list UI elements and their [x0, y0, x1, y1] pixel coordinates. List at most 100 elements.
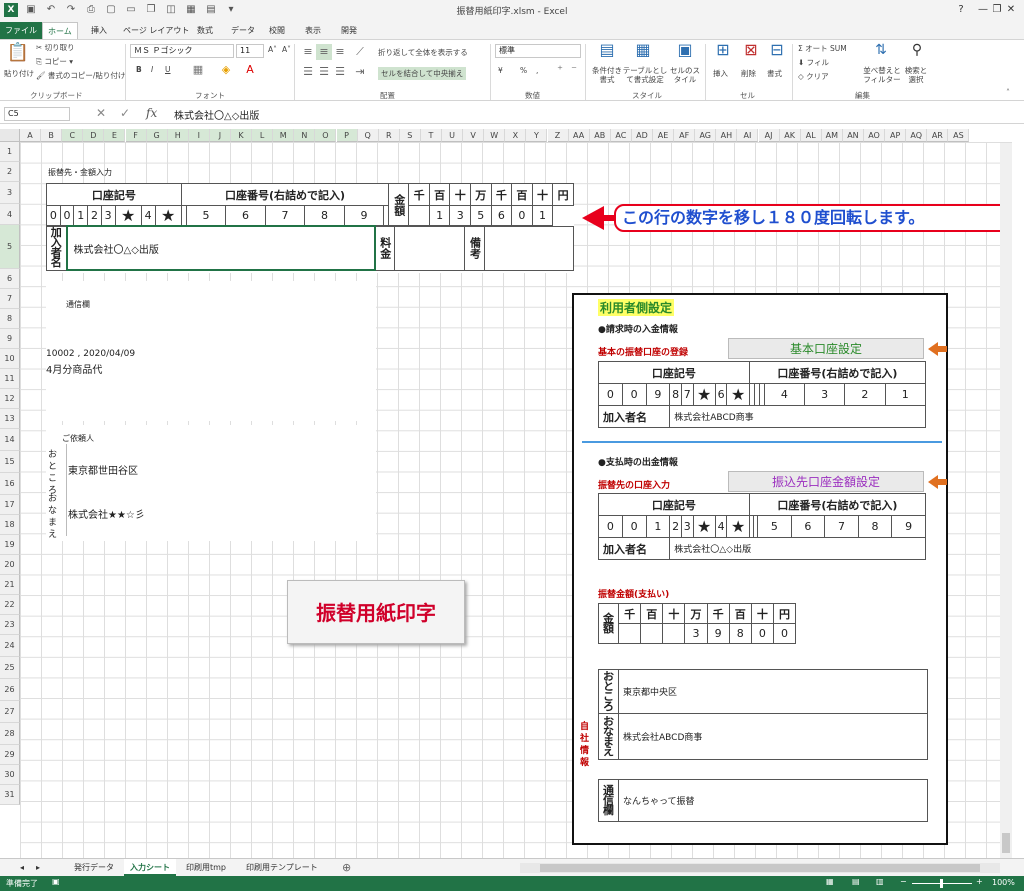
format-cells-button[interactable]: 書式 — [767, 68, 782, 79]
format-cells-icon[interactable]: ⊟ — [766, 42, 788, 64]
digit-cell[interactable] — [383, 205, 390, 226]
orientation-icon[interactable]: ⟋ — [352, 44, 368, 60]
row-header[interactable]: 6 — [0, 269, 20, 289]
paste-icon[interactable]: 📋 — [6, 42, 30, 66]
row-header[interactable]: 11 — [0, 369, 20, 389]
conditional-format-button[interactable]: 条件付き書式 — [589, 66, 625, 84]
column-header[interactable]: AI — [737, 129, 759, 142]
digit-cell[interactable]: 8 — [857, 515, 893, 538]
column-header[interactable]: AP — [885, 129, 907, 142]
align-right-icon[interactable]: ☰ — [332, 64, 348, 80]
align-middle-icon[interactable]: ≡ — [316, 44, 332, 60]
ryokin-cell[interactable] — [394, 225, 465, 271]
row-header[interactable]: 9 — [0, 329, 20, 349]
column-header[interactable]: AD — [631, 129, 653, 142]
row-header[interactable]: 2 — [0, 162, 20, 182]
digit-cell[interactable]: 6 — [714, 383, 728, 406]
close-button[interactable]: ✕ — [1000, 2, 1022, 18]
row-header[interactable]: 24 — [0, 635, 20, 657]
row-header[interactable]: 15 — [0, 451, 20, 473]
format-painter-button[interactable]: 書式のコピー/貼り付け — [48, 71, 126, 80]
row-header[interactable]: 28 — [0, 723, 20, 745]
format-table-button[interactable]: テーブルとして書式設定 — [622, 66, 668, 84]
row-header[interactable]: 10 — [0, 349, 20, 369]
column-header[interactable]: J — [209, 129, 231, 142]
sheet-tab-hakko[interactable]: 発行データ — [68, 859, 120, 876]
column-header[interactable]: H — [167, 129, 189, 142]
tab-data[interactable]: データ — [226, 22, 260, 39]
align-bottom-icon[interactable]: ≡ — [332, 44, 348, 60]
page-break-view-icon[interactable]: ▥ — [876, 877, 884, 886]
panel-kanyu-value[interactable]: 株式会社ABCD商事 — [669, 405, 926, 428]
tab-review[interactable]: 校閲 — [264, 22, 290, 39]
enter-formula-icon[interactable]: ✓ — [120, 106, 130, 120]
digit-cell[interactable]: 5 — [469, 205, 492, 226]
collapse-ribbon-icon[interactable]: ˄ — [1006, 88, 1010, 97]
digit-cell[interactable]: 3 — [684, 623, 708, 644]
row-header[interactable]: 22 — [0, 595, 20, 615]
column-header[interactable]: Q — [357, 129, 379, 142]
wrap-text-button[interactable]: 折り返して全体を表示する — [378, 47, 468, 58]
column-header[interactable]: P — [336, 129, 358, 142]
delete-cells-button[interactable]: 削除 — [741, 68, 756, 79]
name-box[interactable]: C5 — [4, 107, 70, 121]
tab-formulas[interactable]: 数式 — [192, 22, 218, 39]
column-header[interactable]: D — [83, 129, 105, 142]
macro-record-icon[interactable]: ▣ — [52, 877, 60, 886]
digit-cell[interactable]: 0 — [46, 205, 61, 226]
digit-cell[interactable]: 3 — [804, 383, 846, 406]
row-header[interactable]: 7 — [0, 289, 20, 309]
delete-cells-icon[interactable]: ⊠ — [740, 42, 762, 64]
row-header[interactable]: 21 — [0, 575, 20, 595]
column-header[interactable]: AB — [589, 129, 611, 142]
font-color-icon[interactable]: A — [242, 62, 258, 78]
column-header[interactable]: T — [420, 129, 442, 142]
row-header[interactable]: 5 — [0, 225, 20, 269]
find-select-button[interactable]: 検索と選択 — [902, 66, 930, 84]
row-header[interactable]: 26 — [0, 679, 20, 701]
fill-button[interactable]: フィル — [807, 58, 829, 67]
panel-address-value[interactable]: 東京都中央区 — [618, 669, 928, 714]
column-header[interactable]: AN — [842, 129, 864, 142]
digit-cell[interactable]: 1 — [884, 383, 927, 406]
align-center-icon[interactable]: ☰ — [316, 64, 332, 80]
row-header[interactable]: 17 — [0, 495, 20, 515]
comma-button[interactable]: , — [536, 66, 538, 75]
paste-button[interactable]: 貼り付け — [4, 68, 34, 79]
scroll-tabs-left-icon[interactable]: ◂ — [14, 859, 30, 876]
digit-cell[interactable]: 2 — [844, 383, 886, 406]
sheet-tab-template[interactable]: 印刷用テンプレート — [240, 859, 324, 876]
digit-cell[interactable]: 0 — [621, 515, 647, 538]
column-header[interactable]: U — [442, 129, 464, 142]
digit-cell[interactable]: 1 — [428, 205, 451, 226]
digit-cell[interactable]: ★ — [726, 383, 750, 406]
row-header[interactable]: 29 — [0, 745, 20, 765]
tab-developer[interactable]: 開発 — [336, 22, 362, 39]
column-header[interactable]: AO — [864, 129, 886, 142]
row-header[interactable]: 19 — [0, 535, 20, 555]
column-header[interactable]: M — [273, 129, 295, 142]
insert-cells-icon[interactable]: ⊞ — [712, 42, 734, 64]
vertical-scrollbar[interactable] — [1000, 143, 1012, 859]
column-header[interactable]: AQ — [906, 129, 928, 142]
percent-button[interactable]: % — [520, 66, 527, 75]
basic-account-button[interactable]: 基本口座設定 — [728, 338, 924, 359]
tab-file[interactable]: ファイル — [0, 22, 42, 39]
digit-cell[interactable]: 8 — [728, 623, 752, 644]
digit-cell[interactable]: 4 — [763, 383, 806, 406]
digit-cell[interactable]: ★ — [726, 515, 750, 538]
help-button[interactable]: ? — [950, 2, 972, 18]
digit-cell[interactable]: ★ — [154, 205, 182, 226]
normal-view-icon[interactable]: ▦ — [826, 877, 834, 886]
transfer-account-button[interactable]: 振込先口座金額設定 — [728, 471, 924, 492]
digit-cell[interactable]: 0 — [598, 515, 623, 538]
row-header[interactable]: 12 — [0, 389, 20, 409]
column-header[interactable]: I — [188, 129, 210, 142]
align-left-icon[interactable]: ☰ — [300, 64, 316, 80]
add-sheet-icon[interactable]: ⊕ — [336, 859, 357, 876]
clear-button[interactable]: クリア — [806, 72, 829, 81]
column-header[interactable]: AG — [695, 129, 717, 142]
tab-insert[interactable]: 挿入 — [86, 22, 112, 39]
digit-cell[interactable]: 0 — [59, 205, 75, 226]
digit-cell[interactable] — [617, 623, 642, 644]
